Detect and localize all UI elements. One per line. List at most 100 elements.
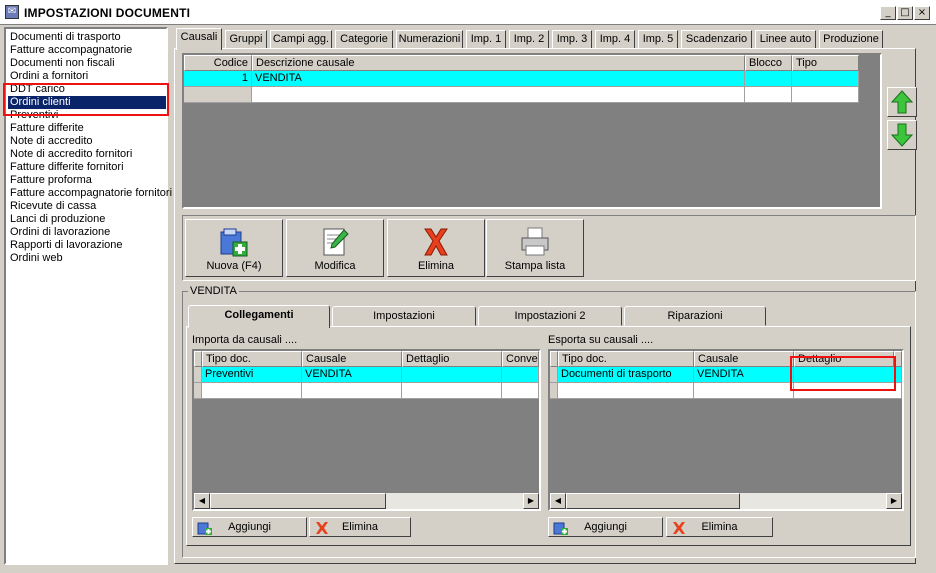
esporta-aggiungi-button[interactable]: Aggiungi: [548, 517, 663, 537]
list-item[interactable]: Ricevute di cassa: [10, 200, 96, 213]
tab-campi-agg[interactable]: Campi agg.: [270, 30, 332, 49]
column-header-dettaglio[interactable]: Dettaglio: [402, 351, 502, 367]
row-header-corner: [550, 351, 558, 367]
red-x-icon: [424, 228, 448, 256]
esporta-label: Esporta su causali ....: [548, 334, 654, 346]
table-cell-empty[interactable]: [792, 87, 859, 103]
list-item[interactable]: Ordini di lavorazione: [10, 226, 110, 239]
subtab-impostazioni-2[interactable]: Impostazioni 2: [478, 306, 622, 326]
scroll-thumb[interactable]: [566, 493, 740, 509]
list-item[interactable]: Note di accredito fornitori: [10, 148, 132, 161]
tab-numerazioni[interactable]: Numerazioni: [396, 30, 463, 49]
tab-causali[interactable]: Causali: [176, 28, 222, 50]
column-header-tipo-doc[interactable]: Tipo doc.: [558, 351, 694, 367]
table-cell-empty[interactable]: [252, 87, 745, 103]
move-up-button[interactable]: [887, 87, 917, 117]
column-header-causale[interactable]: Causale: [694, 351, 794, 367]
tab-produzione[interactable]: Produzione: [819, 30, 883, 49]
table-cell-tipo[interactable]: [792, 71, 859, 87]
table-cell-descrizione[interactable]: VENDITA: [252, 71, 745, 87]
modifica-button[interactable]: Modifica: [286, 219, 384, 277]
importa-grid[interactable]: Tipo doc. Causale Dettaglio Conver Preve…: [192, 349, 541, 511]
column-header-dettaglio[interactable]: Dettaglio: [794, 351, 894, 367]
title-bar: ✉ IMPOSTAZIONI DOCUMENTI _ □ ×: [0, 0, 936, 25]
scroll-right-icon[interactable]: ▶: [523, 493, 539, 509]
list-item[interactable]: Documenti di trasporto: [10, 31, 121, 44]
list-item[interactable]: Documenti non fiscali: [10, 57, 115, 70]
document-type-list[interactable]: Documenti di trasporto Fatture accompagn…: [4, 27, 172, 565]
edit-document-icon: [323, 228, 349, 256]
table-cell-empty[interactable]: [402, 383, 502, 399]
tab-categorie[interactable]: Categorie: [335, 30, 393, 49]
esporta-grid[interactable]: Tipo doc. Causale Dettaglio Documenti di…: [548, 349, 904, 511]
app-icon: ✉: [5, 5, 19, 19]
list-item[interactable]: Fatture accompagnatorie fornitori: [10, 187, 172, 200]
table-cell-causale[interactable]: VENDITA: [694, 367, 794, 383]
elimina-button[interactable]: Elimina: [387, 219, 485, 277]
list-item[interactable]: Preventivi: [10, 109, 58, 122]
tab-linee-auto[interactable]: Linee auto: [755, 30, 816, 49]
list-item[interactable]: Fatture differite: [10, 122, 84, 135]
list-item[interactable]: DDT carico: [10, 83, 65, 96]
list-item[interactable]: Note di accredito: [10, 135, 93, 148]
table-cell-empty[interactable]: [558, 383, 694, 399]
table-cell-conver[interactable]: [502, 367, 539, 383]
table-cell-dettaglio[interactable]: [402, 367, 502, 383]
column-header-tipo[interactable]: Tipo: [792, 55, 859, 71]
tab-gruppi[interactable]: Gruppi: [225, 30, 267, 49]
list-item[interactable]: Rapporti di lavorazione: [10, 239, 123, 252]
tab-imp3[interactable]: Imp. 3: [552, 30, 592, 49]
importa-aggiungi-button[interactable]: Aggiungi: [192, 517, 307, 537]
maximize-button[interactable]: □: [897, 6, 913, 20]
scroll-left-icon[interactable]: ◀: [194, 493, 210, 509]
minimize-button[interactable]: _: [880, 6, 896, 20]
table-cell-empty[interactable]: [302, 383, 402, 399]
tab-imp4[interactable]: Imp. 4: [595, 30, 635, 49]
column-header-causale[interactable]: Causale: [302, 351, 402, 367]
list-item-selected[interactable]: Ordini clienti: [8, 96, 166, 109]
horizontal-scrollbar[interactable]: ◀ ▶: [194, 493, 539, 509]
subtab-collegamenti[interactable]: Collegamenti: [188, 305, 330, 328]
tab-imp2[interactable]: Imp. 2: [509, 30, 549, 49]
horizontal-scrollbar[interactable]: ◀ ▶: [550, 493, 902, 509]
column-header-descrizione[interactable]: Descrizione causale: [252, 55, 745, 71]
table-cell-empty[interactable]: [794, 383, 902, 399]
column-header-codice[interactable]: Codice: [184, 55, 252, 71]
list-item[interactable]: Fatture accompagnatorie: [10, 44, 132, 57]
groupbox-title: VENDITA: [188, 285, 239, 297]
esporta-elimina-button[interactable]: Elimina: [666, 517, 773, 537]
tab-imp5[interactable]: Imp. 5: [638, 30, 678, 49]
importa-elimina-button[interactable]: Elimina: [309, 517, 411, 537]
table-cell-tipo-doc[interactable]: Preventivi: [202, 367, 302, 383]
move-down-button[interactable]: [887, 120, 917, 150]
list-item[interactable]: Fatture proforma: [10, 174, 92, 187]
column-header-partial[interactable]: [894, 351, 902, 367]
table-cell-causale[interactable]: VENDITA: [302, 367, 402, 383]
table-cell-empty[interactable]: [745, 87, 792, 103]
list-item[interactable]: Fatture differite fornitori: [10, 161, 124, 174]
close-button[interactable]: ×: [914, 6, 930, 20]
nuova-button[interactable]: Nuova (F4): [185, 219, 283, 277]
tab-scadenzario[interactable]: Scadenzario: [681, 30, 752, 49]
column-header-blocco[interactable]: Blocco: [745, 55, 792, 71]
scroll-right-icon[interactable]: ▶: [886, 493, 902, 509]
subtab-impostazioni[interactable]: Impostazioni: [332, 306, 476, 326]
table-cell-codice[interactable]: 1: [184, 71, 252, 87]
table-cell-empty[interactable]: [202, 383, 302, 399]
column-header-conver[interactable]: Conver: [502, 351, 539, 367]
table-cell-dettaglio[interactable]: [794, 367, 902, 383]
list-item[interactable]: Lanci di produzione: [10, 213, 105, 226]
scroll-thumb[interactable]: [210, 493, 386, 509]
list-item[interactable]: Ordini web: [10, 252, 63, 265]
subtab-riparazioni[interactable]: Riparazioni: [624, 306, 766, 326]
causali-grid[interactable]: Codice Descrizione causale Blocco Tipo 1…: [182, 53, 882, 209]
scroll-left-icon[interactable]: ◀: [550, 493, 566, 509]
list-item[interactable]: Ordini a fornitori: [10, 70, 88, 83]
table-cell-empty[interactable]: [502, 383, 539, 399]
stampa-lista-button[interactable]: Stampa lista: [486, 219, 584, 277]
table-cell-blocco[interactable]: [745, 71, 792, 87]
table-cell-tipo-doc[interactable]: Documenti di trasporto: [558, 367, 694, 383]
tab-imp1[interactable]: Imp. 1: [466, 30, 506, 49]
column-header-tipo-doc[interactable]: Tipo doc.: [202, 351, 302, 367]
table-cell-empty[interactable]: [694, 383, 794, 399]
